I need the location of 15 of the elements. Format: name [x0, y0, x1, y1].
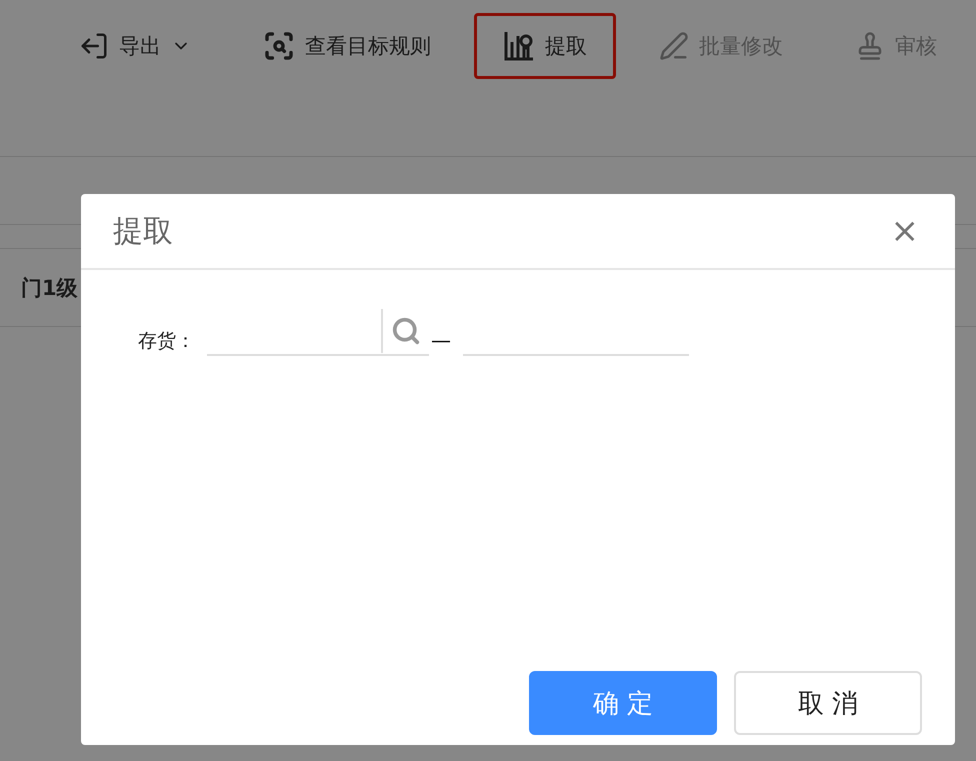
scan-search-icon	[263, 30, 295, 62]
cancel-button[interactable]: 取 消	[734, 671, 922, 735]
confirm-button[interactable]: 确 定	[529, 671, 717, 735]
exit-icon	[79, 31, 109, 61]
bar-chart-icon	[503, 30, 535, 62]
table-cell-text: 门1级	[21, 274, 78, 302]
input-field[interactable]	[207, 308, 429, 356]
toolbar-button[interactable]: 导出	[50, 13, 220, 79]
field-label: 存货：	[138, 329, 195, 354]
range-separator: —	[431, 328, 451, 354]
toolbar-button[interactable]: 查看目标规则	[234, 13, 460, 79]
close-button[interactable]: ×	[890, 214, 919, 248]
dialog-title: 提取	[113, 212, 173, 250]
toolbar-button[interactable]: 提取	[474, 13, 616, 79]
pen-icon	[659, 31, 689, 61]
